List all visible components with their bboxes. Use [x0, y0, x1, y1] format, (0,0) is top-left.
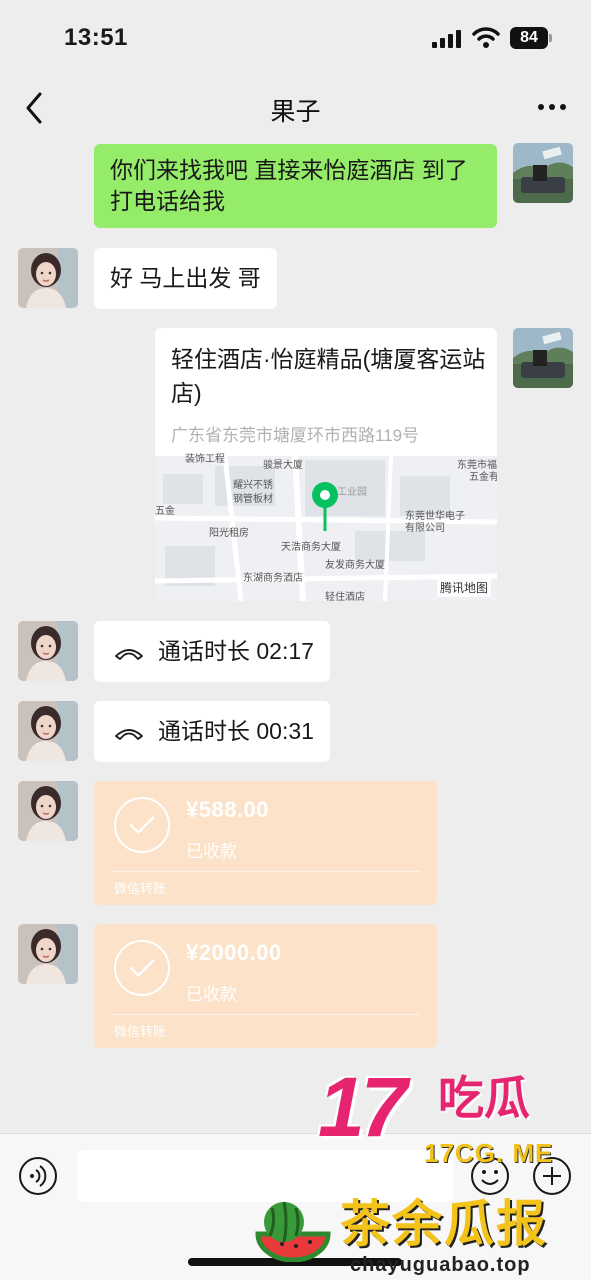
- map-label: 骏景大厦: [263, 460, 303, 471]
- check-icon: [114, 797, 170, 853]
- location-card[interactable]: 轻住酒店·怡庭精品(塘厦客运站店) 广东省东莞市塘厦环市西路119号 装饰工程 …: [155, 328, 497, 601]
- map-label: 东莞世华电子: [405, 511, 465, 522]
- avatar-me[interactable]: [513, 328, 573, 388]
- avatar-contact[interactable]: [18, 248, 78, 308]
- avatar-contact[interactable]: [18, 621, 78, 681]
- message-bubble-received[interactable]: 好 马上出发 哥: [94, 248, 277, 309]
- more-icon[interactable]: [530, 92, 574, 122]
- map-label: 工业园: [337, 487, 367, 498]
- call-record-bubble[interactable]: 通话时长 00:31: [94, 701, 330, 762]
- watermelon-logo: [255, 1201, 331, 1262]
- map-label: 耀兴不锈: [233, 480, 273, 491]
- chat-title: 果子: [270, 98, 321, 126]
- call-duration: 通话时长 00:31: [158, 718, 314, 744]
- map-label: 天浩商务大厦: [281, 542, 341, 553]
- phone-icon: [115, 729, 143, 740]
- transfer-card[interactable]: ¥2000.00 已收款 微信转账: [94, 924, 437, 1048]
- watermark-brand: 茶余瓜报: [340, 1196, 548, 1252]
- map-label: 五金: [155, 506, 175, 517]
- battery-level: 84: [510, 27, 548, 49]
- map-thumbnail[interactable]: 装饰工程 骏景大厦 东莞市福 五金有 耀兴不锈 钢管板材 工业园 五金 阳光租房…: [155, 454, 497, 601]
- location-name: 轻住酒店·怡庭精品(塘厦客运站店): [171, 346, 486, 406]
- phone-icon: [115, 649, 143, 660]
- status-bar: 13:51 84: [0, 0, 591, 76]
- avatar-me[interactable]: [513, 143, 573, 203]
- map-label: 东莞市福: [457, 460, 497, 471]
- watermark-number: 17: [318, 1060, 407, 1154]
- transfer-amount: ¥588.00: [186, 797, 270, 822]
- call-record-bubble[interactable]: 通话时长 02:17: [94, 621, 330, 682]
- wifi-icon: [472, 27, 500, 48]
- message-text: 好 马上出发 哥: [110, 265, 261, 291]
- watermark-domain: 17CG. ME: [424, 1138, 554, 1168]
- check-icon: [114, 940, 170, 996]
- transfer-footer: 微信转账: [114, 881, 167, 896]
- map-label: 有限公司: [405, 523, 445, 534]
- transfer-footer: 微信转账: [114, 1024, 167, 1039]
- transfer-status: 已收款: [186, 842, 237, 861]
- transfer-amount: ¥2000.00: [186, 940, 282, 965]
- status-time: 13:51: [64, 24, 128, 51]
- avatar-contact[interactable]: [18, 701, 78, 761]
- map-label: 阳光租房: [209, 528, 249, 539]
- message-input[interactable]: [77, 1150, 453, 1202]
- map-pin-icon: [312, 482, 338, 531]
- transfer-card[interactable]: ¥588.00 已收款 微信转账: [94, 781, 437, 905]
- location-address: 广东省东莞市塘厦环市西路119号: [171, 426, 420, 445]
- map-label: 装饰工程: [185, 454, 225, 465]
- map-label: 五金有: [469, 472, 497, 483]
- call-duration: 通话时长 02:17: [158, 638, 314, 664]
- transfer-status: 已收款: [186, 985, 237, 1004]
- battery-icon: 84: [510, 27, 552, 49]
- nav-bar: 果子: [0, 76, 591, 140]
- map-label: 钢管板材: [233, 494, 273, 505]
- voice-icon[interactable]: [18, 1156, 58, 1196]
- watermark-url: chayuguabao.top: [350, 1254, 531, 1276]
- map-label: 东湖商务酒店: [243, 573, 303, 584]
- map-label: 轻住酒店: [325, 592, 365, 601]
- map-label: 友发商务大厦: [325, 560, 385, 571]
- avatar-contact[interactable]: [18, 781, 78, 841]
- signal-icon: [432, 30, 461, 48]
- watermark-title: 吃瓜: [438, 1072, 530, 1124]
- message-text: 你们来找我吧 直接来怡庭酒店 到了打电话给我: [110, 157, 468, 214]
- message-bubble-sent[interactable]: 你们来找我吧 直接来怡庭酒店 到了打电话给我: [94, 144, 497, 228]
- avatar-contact[interactable]: [18, 924, 78, 984]
- map-brand: 腾讯地图: [436, 578, 491, 597]
